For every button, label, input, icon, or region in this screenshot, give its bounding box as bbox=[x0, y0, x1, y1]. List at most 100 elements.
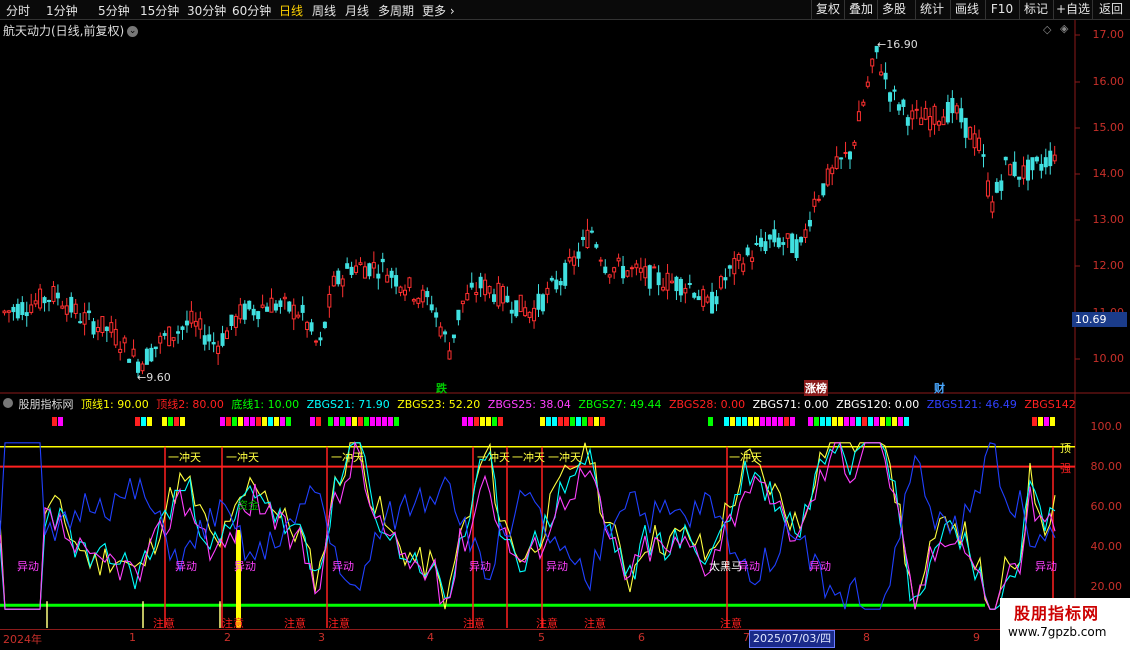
candle bbox=[616, 253, 621, 267]
date-tick: 8 bbox=[863, 631, 870, 644]
candle bbox=[91, 317, 96, 339]
candle bbox=[416, 297, 421, 309]
watermark-title: 股朋指标网 bbox=[1014, 604, 1100, 623]
chevron-down-icon[interactable] bbox=[3, 398, 13, 408]
indicator-value: ZBGS27: 49.44 bbox=[578, 398, 662, 411]
indicator-value: ZBGS21: 71.90 bbox=[306, 398, 390, 411]
signal-block bbox=[388, 417, 393, 426]
event-marker[interactable]: 跌 bbox=[436, 380, 447, 396]
candle bbox=[505, 286, 510, 303]
candle bbox=[171, 337, 176, 348]
candle bbox=[1008, 163, 1013, 176]
signal-label: 异动 bbox=[175, 560, 197, 573]
signal-block bbox=[576, 417, 581, 426]
signal-block bbox=[564, 417, 569, 426]
candle bbox=[558, 277, 563, 296]
candle bbox=[1003, 156, 1008, 166]
indicator-value: ZBGS25: 38.04 bbox=[487, 398, 571, 411]
signal-block bbox=[784, 417, 789, 426]
candle bbox=[296, 311, 301, 319]
candle bbox=[398, 285, 403, 297]
candle bbox=[113, 319, 118, 348]
chart-title[interactable]: 航天动力(日线,前复权) ⌄ bbox=[3, 22, 139, 39]
candle bbox=[429, 295, 434, 313]
candle bbox=[794, 234, 799, 261]
signal-block bbox=[1032, 417, 1037, 426]
signal-block bbox=[874, 417, 879, 426]
candle bbox=[336, 268, 341, 287]
watermark-url: www.7gpzb.com bbox=[1008, 625, 1107, 639]
signal-block bbox=[724, 417, 729, 426]
candle bbox=[745, 244, 750, 257]
signal-label: 异动 bbox=[546, 560, 568, 573]
signal-label: 一冲天 bbox=[512, 451, 545, 464]
candle bbox=[781, 237, 786, 256]
candle bbox=[1030, 157, 1035, 180]
candle bbox=[754, 235, 759, 246]
candle bbox=[42, 295, 47, 312]
signal-block bbox=[862, 417, 867, 426]
candle bbox=[447, 342, 452, 360]
candle bbox=[100, 316, 105, 337]
signal-block bbox=[220, 417, 225, 426]
candle bbox=[78, 313, 83, 324]
signal-block bbox=[268, 417, 273, 426]
candle bbox=[465, 284, 470, 301]
signal-block bbox=[244, 417, 249, 426]
candle bbox=[527, 311, 532, 324]
candle bbox=[563, 259, 568, 289]
candle bbox=[371, 251, 376, 279]
signal-block bbox=[370, 417, 375, 426]
candle bbox=[251, 304, 256, 321]
candle bbox=[843, 141, 848, 158]
candle bbox=[211, 332, 216, 353]
indicator-value: ZBGS71: 0.00 bbox=[752, 398, 829, 411]
candle bbox=[469, 272, 474, 290]
candle bbox=[901, 98, 906, 116]
candle bbox=[834, 146, 839, 170]
signal-label: 异动 bbox=[332, 560, 354, 573]
signal-block bbox=[280, 417, 285, 426]
candle bbox=[661, 278, 666, 292]
candle bbox=[959, 97, 964, 129]
date-tick: 9 bbox=[973, 631, 980, 644]
candle bbox=[394, 267, 399, 295]
candle bbox=[64, 297, 69, 322]
event-marker[interactable]: 涨榜 bbox=[804, 380, 828, 396]
candle bbox=[407, 276, 412, 292]
signal-block bbox=[168, 417, 173, 426]
signal-block bbox=[346, 417, 351, 426]
signal-block bbox=[832, 417, 837, 426]
chevron-down-icon[interactable]: ⌄ bbox=[127, 26, 139, 37]
candle bbox=[149, 343, 154, 363]
signal-block bbox=[730, 417, 735, 426]
candle bbox=[945, 94, 950, 125]
signal-block bbox=[226, 417, 231, 426]
event-marker[interactable]: 财 bbox=[934, 380, 945, 396]
signal-block bbox=[238, 417, 243, 426]
indicator-value: 顶线1: 90.00 bbox=[81, 398, 149, 411]
candle bbox=[184, 310, 189, 333]
candle bbox=[131, 339, 136, 358]
signal-block bbox=[358, 417, 363, 426]
date-tick: 1 bbox=[129, 631, 136, 644]
candle bbox=[830, 164, 835, 186]
signal-block bbox=[892, 417, 897, 426]
candle bbox=[678, 277, 683, 303]
indicator-name[interactable]: 股朋指标网 bbox=[19, 398, 74, 411]
candle bbox=[910, 104, 915, 130]
candle bbox=[670, 273, 674, 284]
signal-block bbox=[486, 417, 491, 426]
signal-label: 一冲天 bbox=[477, 451, 510, 464]
indicator-tick: 100.0 bbox=[1090, 420, 1123, 433]
signal-block bbox=[286, 417, 291, 426]
settings-icon[interactable]: ◈ bbox=[1060, 22, 1068, 35]
signal-block bbox=[262, 417, 267, 426]
signal-block bbox=[58, 417, 63, 426]
candle bbox=[487, 285, 492, 299]
indicator-tick: 40.00 bbox=[1090, 540, 1123, 553]
signal-block bbox=[52, 417, 57, 426]
candle bbox=[861, 99, 866, 107]
candle bbox=[932, 103, 937, 135]
diamond-icon[interactable]: ◇ bbox=[1043, 23, 1051, 36]
